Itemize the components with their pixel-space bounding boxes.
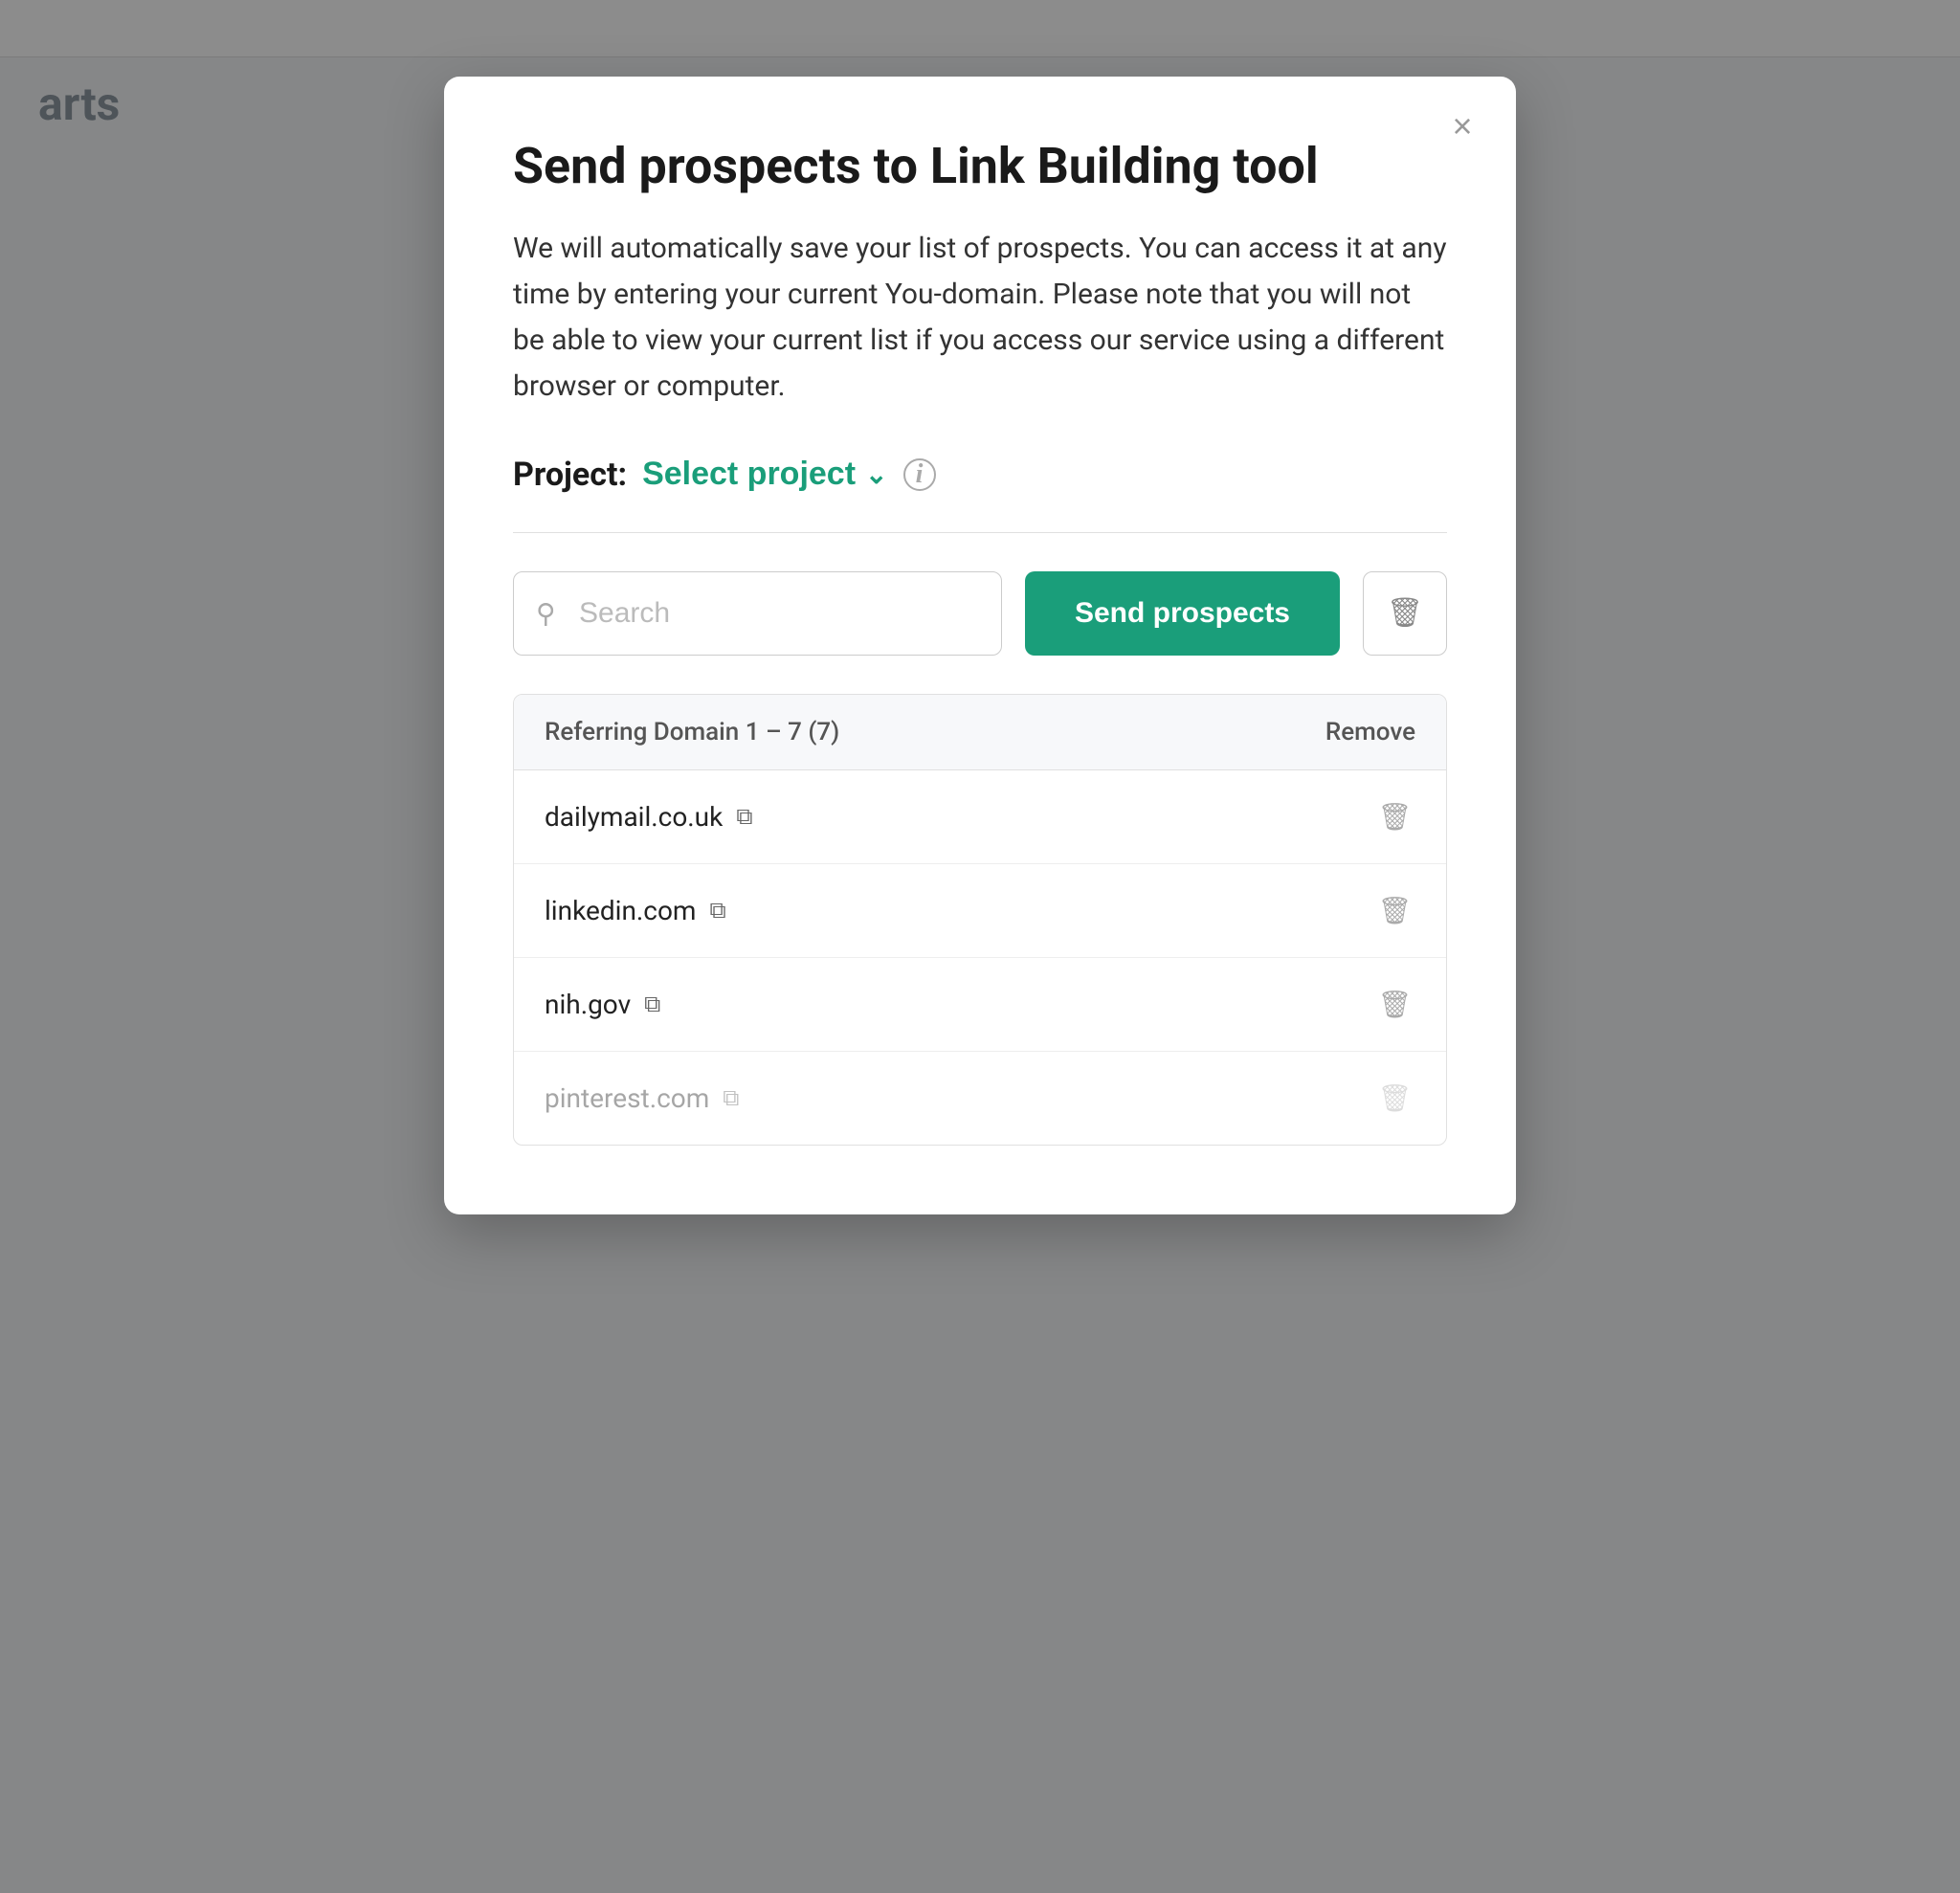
table-row: nih.gov ⧉ 🗑 [514, 958, 1446, 1052]
domain-cell: dailymail.co.uk ⧉ [545, 801, 752, 833]
domain-name: linkedin.com [545, 895, 696, 926]
domain-cell: nih.gov ⧉ [545, 989, 660, 1020]
external-link-icon: ⧉ [723, 1084, 739, 1111]
external-link-icon: ⧉ [736, 803, 752, 830]
search-wrapper: ⚲ [513, 571, 1002, 656]
domain-name: dailymail.co.uk [545, 801, 723, 833]
table-row: dailymail.co.uk ⧉ 🗑 [514, 770, 1446, 864]
row-delete-button[interactable]: 🗑 [1373, 891, 1415, 930]
domain-name: pinterest.com [545, 1082, 709, 1114]
table-header: Referring Domain 1 – 7 (7) Remove [514, 695, 1446, 770]
external-link-icon: ⧉ [644, 991, 660, 1017]
table-row: linkedin.com ⧉ 🗑 [514, 864, 1446, 958]
section-divider [513, 532, 1447, 533]
info-icon[interactable]: i [903, 458, 936, 491]
row-delete-button[interactable]: 🗑 [1373, 797, 1415, 836]
modal-dialog: × Send prospects to Link Building tool W… [444, 77, 1516, 1214]
search-icon: ⚲ [536, 597, 556, 629]
table-row: pinterest.com ⧉ 🗑 [514, 1052, 1446, 1145]
row-delete-button[interactable]: 🗑 [1373, 985, 1415, 1024]
project-row: Project: Select project ⌄ i [513, 456, 1447, 494]
domain-cell: linkedin.com ⧉ [545, 895, 726, 926]
table-body: dailymail.co.uk ⧉ 🗑 linkedin.com ⧉ 🗑 nih… [514, 770, 1446, 1145]
prospects-table: Referring Domain 1 – 7 (7) Remove dailym… [513, 694, 1447, 1146]
domain-name: nih.gov [545, 989, 631, 1020]
action-row: ⚲ Send prospects 🗑 [513, 571, 1447, 656]
project-select-button[interactable]: Select project ⌄ [642, 456, 887, 493]
project-label: Project: [513, 456, 627, 494]
external-link-icon: ⧉ [709, 897, 725, 924]
send-prospects-button[interactable]: Send prospects [1025, 571, 1340, 656]
row-delete-button[interactable]: 🗑 [1373, 1079, 1415, 1118]
close-button[interactable]: × [1439, 103, 1485, 149]
modal-title: Send prospects to Link Building tool [513, 138, 1447, 195]
bulk-delete-button[interactable]: 🗑 [1363, 571, 1447, 656]
domain-cell: pinterest.com ⧉ [545, 1082, 739, 1114]
trash-icon: 🗑 [1387, 596, 1423, 630]
chevron-down-icon: ⌄ [865, 458, 887, 490]
modal-overlay: × Send prospects to Link Building tool W… [0, 0, 1960, 1893]
table-header-domain: Referring Domain 1 – 7 (7) [545, 718, 839, 746]
project-select-text: Select project [642, 456, 856, 493]
search-input[interactable] [513, 571, 1002, 656]
modal-description: We will automatically save your list of … [513, 226, 1447, 410]
table-header-remove: Remove [1325, 718, 1415, 746]
